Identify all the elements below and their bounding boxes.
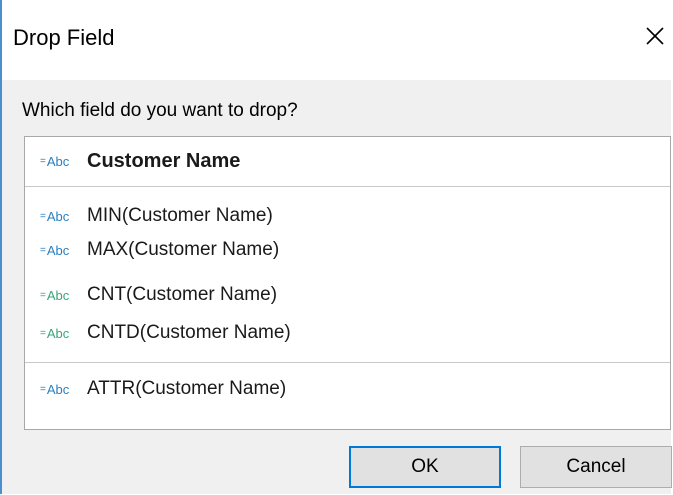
string-type-icon: = Abc <box>40 242 70 258</box>
string-type-icon: = Abc <box>40 287 70 303</box>
field-list[interactable]: = Abc Customer Name = Abc MIN(Customer Nam… <box>24 136 671 430</box>
field-item-customer-name[interactable]: = Abc Customer Name <box>25 145 670 177</box>
cancel-button[interactable]: Cancel <box>520 446 672 488</box>
field-item-max[interactable]: = Abc MAX(Customer Name) <box>25 234 670 266</box>
field-item-cntd[interactable]: = Abc CNTD(Customer Name) <box>25 317 670 349</box>
dialog-prompt: Which field do you want to drop? <box>22 100 298 121</box>
field-label: Customer Name <box>87 149 241 172</box>
field-label: MIN(Customer Name) <box>87 205 273 226</box>
string-type-icon: = Abc <box>40 381 70 397</box>
string-type-icon: = Abc <box>40 325 70 341</box>
string-type-icon: = Abc <box>40 153 70 169</box>
field-item-min[interactable]: = Abc MIN(Customer Name) <box>25 200 670 232</box>
field-item-cnt[interactable]: = Abc CNT(Customer Name) <box>25 279 670 311</box>
close-icon[interactable] <box>635 16 671 56</box>
drop-field-dialog: Drop Field Which field do you want to dr… <box>0 0 672 494</box>
field-label: ATTR(Customer Name) <box>87 378 287 399</box>
field-label: CNT(Customer Name) <box>87 284 278 305</box>
field-label: MAX(Customer Name) <box>87 239 280 260</box>
field-item-attr[interactable]: = Abc ATTR(Customer Name) <box>25 373 670 405</box>
title-bar: Drop Field <box>2 0 671 80</box>
list-separator <box>25 186 670 187</box>
dialog-title: Drop Field <box>13 25 115 50</box>
field-label: CNTD(Customer Name) <box>87 322 291 343</box>
list-separator <box>25 362 670 363</box>
string-type-icon: = Abc <box>40 208 70 224</box>
ok-button[interactable]: OK <box>349 446 501 488</box>
